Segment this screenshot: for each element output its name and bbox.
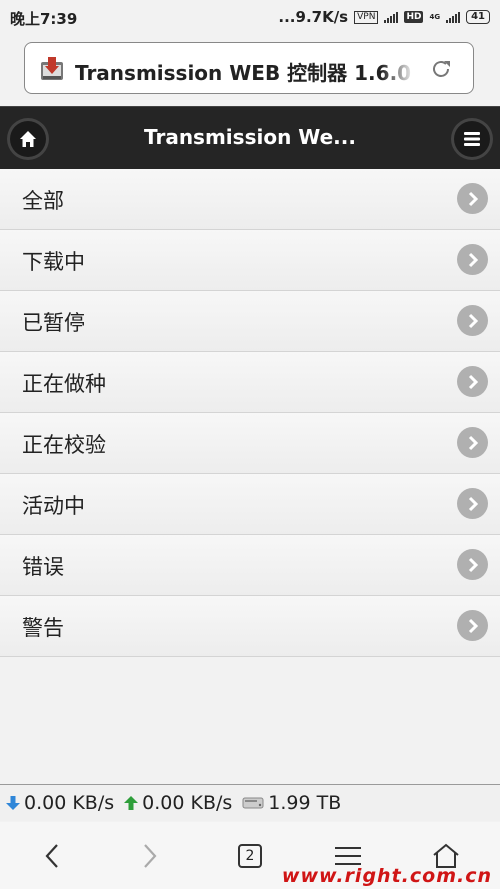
filter-label: 正在做种 xyxy=(22,372,106,396)
upload-arrow-icon xyxy=(124,796,139,810)
tab-count: 2 xyxy=(238,844,262,868)
filter-item-paused[interactable]: 已暂停 xyxy=(0,291,500,352)
chevron-right-icon xyxy=(457,244,488,275)
header-title: Transmission We... xyxy=(144,125,356,149)
menu-button[interactable] xyxy=(454,121,490,157)
network-speed: ...9.7K/s xyxy=(278,8,349,26)
menu-icon xyxy=(464,132,480,146)
app-header: Transmission We... xyxy=(0,106,500,170)
signal-icon-2 xyxy=(446,11,461,23)
signal-icon xyxy=(384,11,399,23)
chevron-right-icon xyxy=(144,844,157,868)
filter-item-seeding[interactable]: 正在做种 xyxy=(0,352,500,413)
browser-nav-bar: 2 www.right.com.cn xyxy=(0,822,500,889)
filter-item-error[interactable]: 错误 xyxy=(0,535,500,596)
filter-item-active[interactable]: 活动中 xyxy=(0,474,500,535)
tabs-button[interactable]: 2 xyxy=(234,840,266,872)
status-indicators: ...9.7K/s VPN HD 4G 41 xyxy=(278,8,490,26)
chevron-right-icon xyxy=(457,610,488,641)
url-bar[interactable]: Transmission WEB 控制器 1.6.0 xyxy=(24,42,474,94)
network-type: 4G xyxy=(429,12,441,21)
vpn-badge: VPN xyxy=(354,10,379,24)
hamburger-icon xyxy=(335,847,361,865)
filter-item-downloading[interactable]: 下载中 xyxy=(0,230,500,291)
reload-icon[interactable] xyxy=(429,57,453,81)
hd-badge: HD xyxy=(404,11,424,23)
filter-label: 警告 xyxy=(22,616,64,640)
transfer-status-bar: 0.00 KB/s 0.00 KB/s 1.99 TB xyxy=(0,784,500,821)
chevron-right-icon xyxy=(457,366,488,397)
home-button[interactable] xyxy=(10,121,46,157)
download-speed: 0.00 KB/s xyxy=(24,792,115,814)
chevron-right-icon xyxy=(457,183,488,214)
upload-speed: 0.00 KB/s xyxy=(142,792,233,814)
download-status: 0.00 KB/s xyxy=(6,792,114,814)
forward-button[interactable] xyxy=(134,840,166,872)
filter-label: 全部 xyxy=(22,189,64,213)
transmission-logo-icon xyxy=(41,57,63,80)
filter-item-checking[interactable]: 正在校验 xyxy=(0,413,500,474)
free-space: 1.99 TB xyxy=(268,792,342,814)
disk-status: 1.99 TB xyxy=(242,792,341,814)
filter-item-warning[interactable]: 警告 xyxy=(0,596,500,657)
chevron-right-icon xyxy=(457,488,488,519)
download-arrow-icon xyxy=(6,796,20,810)
back-button[interactable] xyxy=(36,840,68,872)
hard-drive-icon xyxy=(242,797,264,809)
status-bar: 晚上7:39 ...9.7K/s VPN HD 4G 41 xyxy=(0,0,500,34)
watermark: www.right.com.cn xyxy=(281,865,492,887)
chevron-left-icon xyxy=(45,844,58,868)
chevron-right-icon xyxy=(457,305,488,336)
battery-icon: 41 xyxy=(466,10,490,24)
chevron-right-icon xyxy=(457,549,488,580)
home-icon xyxy=(20,131,36,147)
filter-list: 全部 下载中 已暂停 正在做种 正在校验 活动中 错误 警告 xyxy=(0,169,500,657)
filter-label: 已暂停 xyxy=(22,311,85,335)
filter-item-all[interactable]: 全部 xyxy=(0,169,500,230)
upload-status: 0.00 KB/s xyxy=(124,792,232,814)
status-time: 晚上7:39 xyxy=(10,10,78,28)
chevron-right-icon xyxy=(457,427,488,458)
filter-label: 正在校验 xyxy=(22,433,106,457)
filter-label: 下载中 xyxy=(22,250,85,274)
filter-label: 活动中 xyxy=(22,494,85,518)
filter-label: 错误 xyxy=(22,555,64,579)
page-title: Transmission WEB 控制器 1.6.0 xyxy=(75,61,412,85)
